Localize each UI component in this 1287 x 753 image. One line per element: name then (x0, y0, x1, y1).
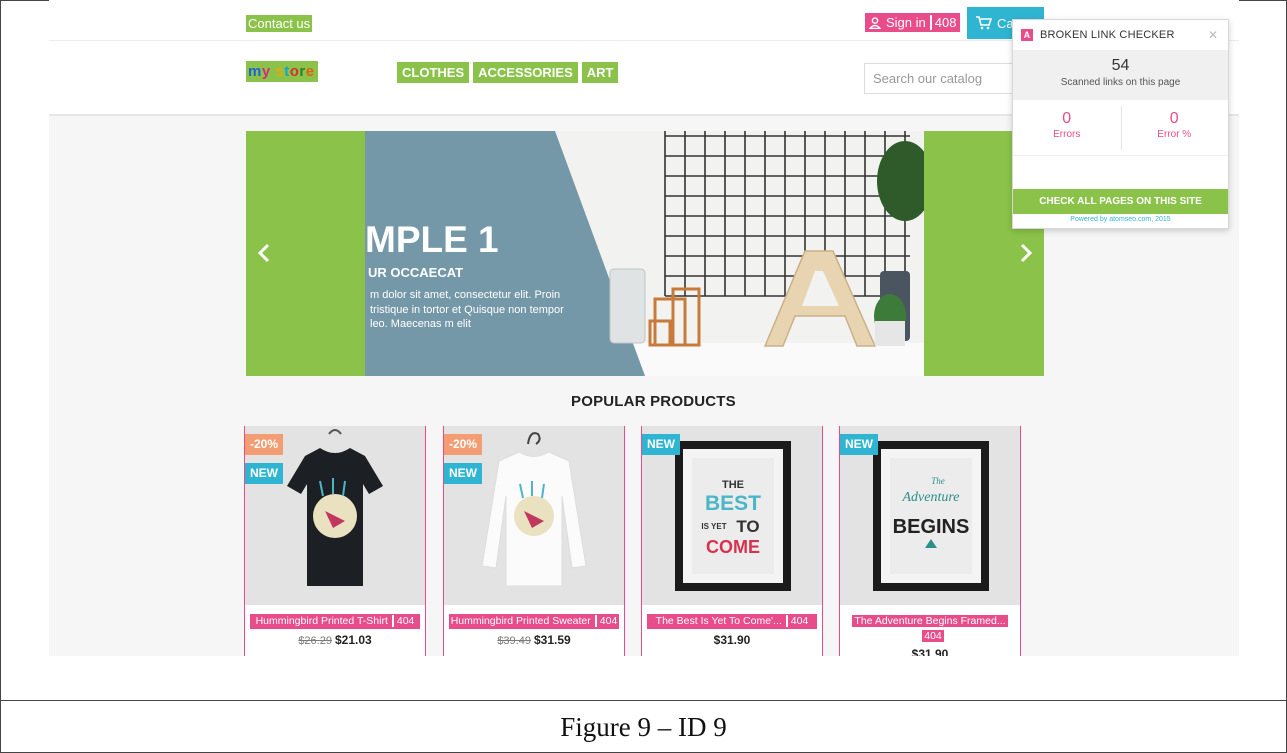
slide-caption: MPLE 1 UR OCCAECAT m dolor sit amet, con… (365, 131, 627, 376)
product-image[interactable]: The Adventure BEGINS NEW (840, 426, 1020, 605)
product-price: $26.29 $21.03 (245, 633, 425, 647)
scanned-links-label: Scanned links on this page (1060, 77, 1181, 88)
figure-caption: Figure 9 – ID 9 (560, 711, 727, 742)
discount-badge: -20% (444, 434, 483, 455)
slide-description: m dolor sit amet, consectetur elit. Proi… (370, 289, 564, 330)
slider-prev-button[interactable] (257, 243, 271, 269)
scanned-links-count: 54 (1111, 57, 1130, 74)
figure-caption-box: Figure 9 – ID 9 (0, 700, 1287, 753)
scanned-links-summary: 54 Scanned links on this page (1013, 50, 1228, 100)
new-badge: NEW (245, 463, 283, 484)
broken-link-badge: 404 (594, 615, 618, 627)
sign-in-link[interactable]: Sign in 408 (865, 13, 961, 32)
hero-slider: MPLE 1 UR OCCAECAT m dolor sit amet, con… (246, 131, 1044, 376)
new-badge: NEW (840, 434, 878, 455)
poster-line-5: COME (706, 537, 760, 557)
errors-label: Errors (1053, 129, 1081, 140)
slide-title: MPLE 1 (365, 219, 499, 260)
errors-stat: 0 Errors (1013, 100, 1121, 155)
errors-value: 0 (1062, 110, 1072, 127)
product-name-link[interactable]: The Adventure Begins Framed... 404 (845, 614, 1015, 644)
slider-next-button[interactable] (1019, 243, 1033, 269)
broken-link-badge: 404 (391, 615, 415, 627)
slide-subtitle: UR OCCAECAT (368, 265, 464, 280)
product-card[interactable]: -20% NEW Hummingbird Printed T-Shirt 404 … (244, 426, 426, 656)
product-name-link[interactable]: Hummingbird Printed T-Shirt 404 (250, 614, 420, 629)
broken-link-checker-popup: A BROKEN LINK CHECKER ✕ 54 Scanned links… (1012, 19, 1229, 229)
contact-us-link[interactable]: Contact us (246, 15, 313, 32)
product-card[interactable]: -20% NEW Hummingbird Printed Sweater 404 … (443, 426, 625, 656)
sale-price: $31.90 (713, 633, 751, 647)
sale-price: $31.59 (533, 633, 571, 647)
stats-divider (1121, 106, 1122, 150)
chevron-left-icon (257, 243, 270, 263)
broken-link-count-badge: 408 (929, 15, 956, 30)
poster-line-1: The (931, 476, 945, 486)
error-percent-value: 0 (1169, 110, 1179, 127)
product-name: Hummingbird Printed Sweater (450, 615, 591, 627)
chevron-right-icon (1020, 243, 1033, 263)
product-card[interactable]: THE BEST IS YET TO COME NEW The Best Is … (641, 426, 823, 656)
search-input[interactable]: Search our catalog (864, 63, 1024, 94)
popular-products-heading: POPULAR PRODUCTS (571, 393, 736, 410)
sign-in-label: Sign in (886, 15, 926, 30)
product-image[interactable]: THE BEST IS YET TO COME NEW (642, 426, 822, 605)
poster-line-2: BEST (705, 492, 761, 515)
close-icon[interactable]: ✕ (1208, 28, 1218, 42)
product-name: Hummingbird Printed T-Shirt (255, 615, 388, 627)
poster-line-4: TO (736, 517, 759, 536)
main-nav: CLOTHES ACCESSORIES ART (397, 62, 619, 83)
product-price: $31.90 (840, 647, 1020, 656)
sale-price: $21.03 (334, 633, 372, 647)
poster-line-3: BEGINS (893, 516, 970, 538)
extension-logo-icon: A (1021, 29, 1033, 41)
product-name: The Adventure Begins Framed... (852, 615, 1008, 627)
discount-badge: -20% (245, 434, 284, 455)
sale-price: $31.90 (911, 647, 949, 656)
product-name-link[interactable]: Hummingbird Printed Sweater 404 (449, 614, 619, 629)
error-stats: 0 Errors 0 Error % (1013, 100, 1228, 156)
popup-title: BROKEN LINK CHECKER (1040, 29, 1175, 41)
nav-accessories[interactable]: ACCESSORIES (473, 62, 578, 83)
product-name: The Best Is Yet To Come'... (655, 615, 782, 627)
nav-clothes[interactable]: CLOTHES (397, 62, 470, 83)
broken-link-badge: 404 (920, 630, 944, 642)
regular-price: $39.49 (497, 635, 531, 647)
poster-line-1: THE (722, 479, 744, 491)
product-image[interactable]: -20% NEW (444, 426, 624, 605)
product-name-link[interactable]: The Best Is Yet To Come'... 404 (647, 614, 817, 629)
poster-line-3: IS YET (701, 522, 726, 531)
check-all-pages-button[interactable]: CHECK ALL PAGES ON THIS SITE (1013, 189, 1228, 214)
store-logo[interactable]: my store (246, 61, 318, 82)
powered-by-link[interactable]: Powered by atomseo.com, 2015 (1013, 216, 1228, 223)
error-percent-label: Error % (1157, 129, 1192, 140)
product-card[interactable]: The Adventure BEGINS NEW The Adventure B… (839, 426, 1021, 656)
broken-link-badge: 404 (785, 615, 809, 627)
user-icon (869, 16, 881, 29)
new-badge: NEW (444, 463, 482, 484)
error-percent-stat: 0 Error % (1121, 100, 1229, 155)
product-price: $31.90 (642, 633, 822, 647)
cart-icon (976, 16, 992, 30)
new-badge: NEW (642, 434, 680, 455)
poster-line-2: Adventure (901, 490, 959, 505)
product-image[interactable]: -20% NEW (245, 426, 425, 605)
regular-price: $26.29 (298, 635, 332, 647)
product-price: $39.49 $31.59 (444, 633, 624, 647)
popup-header: A BROKEN LINK CHECKER (1013, 20, 1228, 50)
nav-art[interactable]: ART (581, 62, 619, 83)
